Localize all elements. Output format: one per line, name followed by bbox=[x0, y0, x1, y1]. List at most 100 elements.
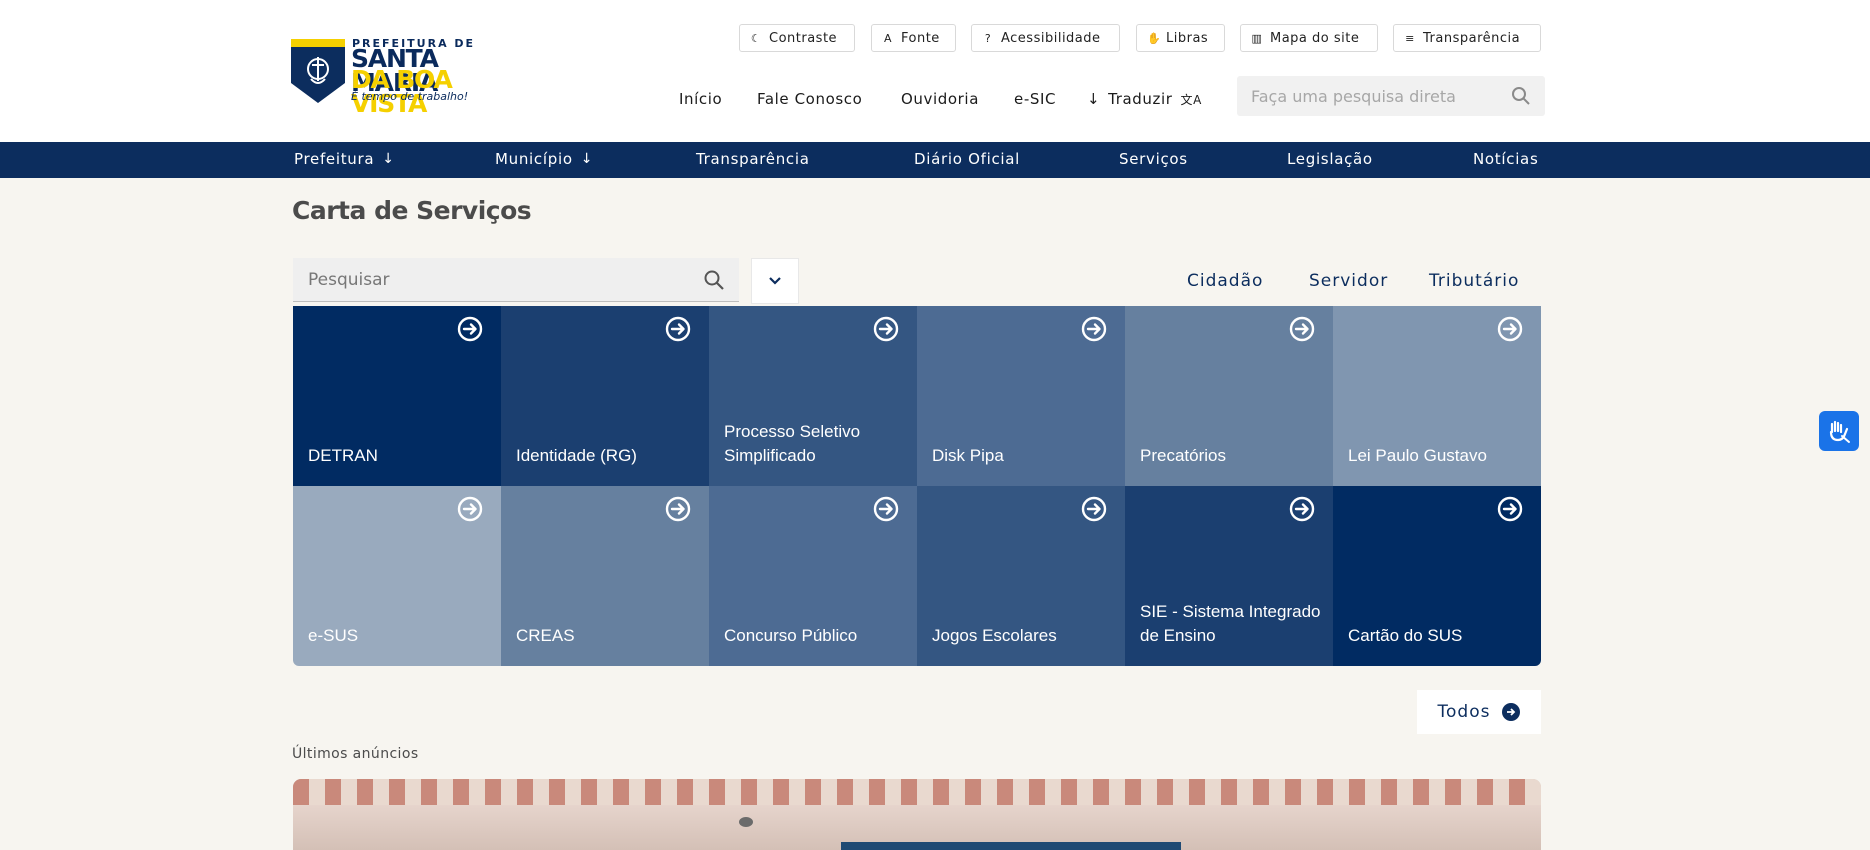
service-card[interactable]: e-SUS bbox=[293, 486, 501, 666]
menu-noticias-label: Notícias bbox=[1473, 150, 1539, 168]
help-circle-icon: ? bbox=[984, 31, 992, 45]
service-card-label: e-SUS bbox=[308, 626, 359, 645]
sign-language-icon bbox=[1829, 420, 1850, 443]
arrow-right-circle-icon bbox=[665, 496, 691, 522]
menu-noticias[interactable]: Notícias bbox=[1473, 150, 1538, 168]
translate-button[interactable]: ↓ Traduzir 文A bbox=[1087, 90, 1202, 108]
menu-diario-label: Diário Oficial bbox=[914, 150, 1021, 168]
arrow-right-circle-icon bbox=[457, 316, 483, 342]
service-card[interactable]: Cartão do SUS bbox=[1333, 486, 1541, 666]
arrow-right-circle-icon bbox=[873, 316, 899, 342]
main-navigation: Prefeitura ↓ Município ↓ Transparência D… bbox=[0, 142, 1870, 178]
arrow-right-circle-icon bbox=[1081, 316, 1107, 342]
services-search-input[interactable] bbox=[308, 268, 688, 292]
banner-roof bbox=[293, 779, 1541, 805]
menu-transparencia-label: Transparência bbox=[696, 150, 810, 168]
announcement-banner[interactable] bbox=[293, 779, 1541, 850]
chevron-down-icon bbox=[769, 277, 781, 285]
menu-prefeitura[interactable]: Prefeitura ↓ bbox=[294, 150, 395, 168]
menu-transparencia[interactable]: Transparência bbox=[696, 150, 810, 168]
service-card[interactable]: Identidade (RG) bbox=[501, 306, 709, 486]
service-card-label: CREAS bbox=[516, 626, 575, 645]
font-size-icon: A bbox=[883, 31, 893, 45]
arrow-right-circle-icon bbox=[1081, 496, 1107, 522]
accessibility-button[interactable]: ? Acessibilidade bbox=[971, 24, 1120, 52]
search-icon[interactable] bbox=[703, 269, 725, 291]
service-card[interactable]: Jogos Escolares bbox=[917, 486, 1125, 666]
service-card[interactable]: Disk Pipa bbox=[917, 306, 1125, 486]
hand-icon: ✋ bbox=[1147, 31, 1162, 45]
arrow-right-circle-icon bbox=[1289, 316, 1315, 342]
translate-label: Traduzir bbox=[1108, 90, 1173, 108]
service-card[interactable]: Concurso Público bbox=[709, 486, 917, 666]
tab-cidadao[interactable]: Cidadão bbox=[1187, 271, 1263, 291]
service-card-label: Jogos Escolares bbox=[932, 626, 1057, 645]
service-card[interactable]: Precatórios bbox=[1125, 306, 1333, 486]
menu-municipio[interactable]: Município ↓ bbox=[495, 150, 593, 168]
arrow-right-circle-icon bbox=[873, 496, 899, 522]
category-dropdown[interactable] bbox=[751, 258, 799, 304]
menu-prefeitura-label: Prefeitura bbox=[294, 150, 375, 168]
service-card-label: Identidade (RG) bbox=[516, 446, 637, 465]
libras-button[interactable]: ✋ Libras bbox=[1136, 24, 1225, 52]
service-card-label: DETRAN bbox=[308, 446, 378, 465]
services-grid: DETRAN Identidade (RG) Processo Seletivo S… bbox=[293, 306, 1541, 666]
menu-servicos-label: Serviços bbox=[1119, 150, 1188, 168]
arrow-right-circle-icon bbox=[665, 316, 691, 342]
contrast-label: Contraste bbox=[769, 30, 838, 46]
libras-label: Libras bbox=[1166, 30, 1209, 46]
arrow-right-circle-icon bbox=[1502, 703, 1521, 721]
banner-panel bbox=[841, 842, 1181, 850]
translate-icon: 文A bbox=[1180, 92, 1202, 107]
menu-legislacao[interactable]: Legislação bbox=[1287, 150, 1373, 168]
font-button[interactable]: A Fonte bbox=[871, 24, 956, 52]
service-card-label: Concurso Público bbox=[724, 626, 858, 645]
transparency-label: Transparência bbox=[1423, 30, 1521, 46]
sign-language-widget[interactable] bbox=[1819, 411, 1859, 451]
latest-announcements-label: Últimos anúncios bbox=[292, 746, 419, 762]
site-header: PREFEITURA DE SANTA MARIA DA BOA VISTA É… bbox=[0, 0, 1870, 142]
nav-contact[interactable]: Fale Conosco bbox=[757, 90, 862, 108]
sitemap-button[interactable]: ▥ Mapa do site bbox=[1240, 24, 1378, 52]
search-icon[interactable] bbox=[1511, 86, 1531, 106]
nav-esic[interactable]: e-SIC bbox=[1014, 90, 1056, 108]
site-search-input[interactable] bbox=[1251, 84, 1491, 108]
arrow-right-circle-icon bbox=[457, 496, 483, 522]
font-label: Fonte bbox=[901, 30, 940, 46]
arrow-right-circle-icon bbox=[1497, 496, 1523, 522]
arrow-down-icon: ↓ bbox=[1087, 90, 1101, 108]
contrast-button[interactable]: ☾ Contraste bbox=[739, 24, 855, 52]
arrow-right-circle-icon bbox=[1289, 496, 1315, 522]
arrow-down-icon: ↓ bbox=[382, 151, 395, 167]
service-card[interactable]: Lei Paulo Gustavo bbox=[1333, 306, 1541, 486]
menu-servicos[interactable]: Serviços bbox=[1119, 150, 1188, 168]
arrow-down-icon: ↓ bbox=[580, 151, 594, 167]
banner-bird bbox=[739, 817, 753, 827]
transparency-button[interactable]: ≡ Transparência bbox=[1393, 24, 1541, 52]
service-card-label: Cartão do SUS bbox=[1348, 626, 1463, 645]
service-card[interactable]: SIE - Sistema Integrado de Ensino bbox=[1125, 486, 1333, 666]
service-card-label: Precatórios bbox=[1140, 446, 1226, 465]
tab-servidor[interactable]: Servidor bbox=[1309, 271, 1388, 291]
site-search bbox=[1237, 76, 1545, 116]
sliders-icon: ≡ bbox=[1405, 31, 1415, 45]
menu-diario-oficial[interactable]: Diário Oficial bbox=[914, 150, 1020, 168]
service-card[interactable]: DETRAN bbox=[293, 306, 501, 486]
moon-icon: ☾ bbox=[750, 31, 762, 45]
nav-home[interactable]: Início bbox=[679, 90, 722, 108]
logo-tagline: É tempo de trabalho! bbox=[351, 90, 469, 103]
service-card-label: Lei Paulo Gustavo bbox=[1348, 446, 1487, 465]
all-services-label: Todos bbox=[1437, 702, 1491, 722]
service-card[interactable]: Processo Seletivo Simplificado bbox=[709, 306, 917, 486]
all-services-button[interactable]: Todos bbox=[1417, 690, 1541, 734]
nav-ombudsman[interactable]: Ouvidoria bbox=[901, 90, 979, 108]
service-card-label: Disk Pipa bbox=[932, 446, 1004, 465]
service-card[interactable]: CREAS bbox=[501, 486, 709, 666]
services-search bbox=[293, 258, 739, 302]
service-card-label: Processo Seletivo Simplificado bbox=[724, 422, 861, 465]
tab-tributario[interactable]: Tributário bbox=[1429, 271, 1519, 291]
menu-legislacao-label: Legislação bbox=[1287, 150, 1373, 168]
map-icon: ▥ bbox=[1251, 31, 1263, 45]
city-logo[interactable]: PREFEITURA DE SANTA MARIA DA BOA VISTA É… bbox=[291, 37, 529, 116]
coat-of-arms-icon bbox=[291, 39, 345, 103]
